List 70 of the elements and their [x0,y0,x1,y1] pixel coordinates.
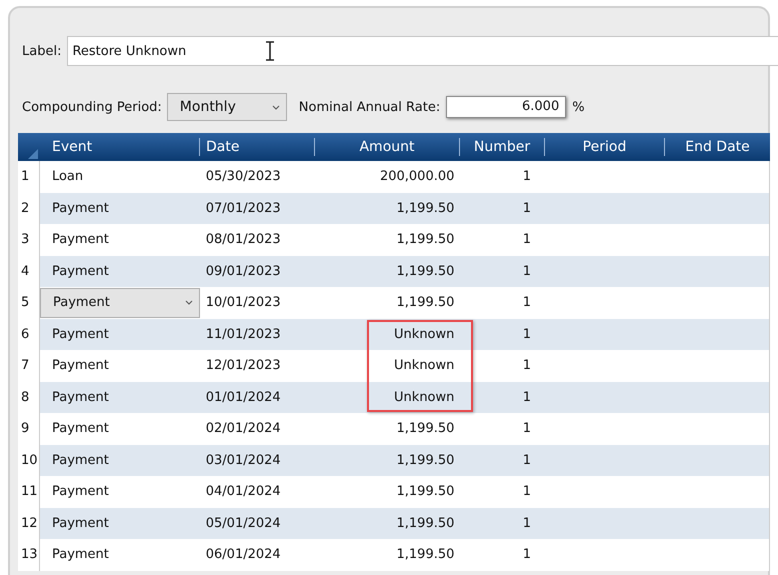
table-cell-text: 1,199.50 [396,421,456,436]
event-dropdown[interactable]: Payment [40,288,200,318]
table-cell-text: 03/01/2024 [204,452,282,468]
table-cell-text: Payment [50,547,110,562]
corner-icon [28,149,38,159]
table-cell-text: 1,199.50 [396,547,456,562]
row-number: 2 [18,192,40,224]
table-cell-text: Payment [50,516,110,531]
table-cell-text: 1 [522,264,532,279]
table-cell-text: 1 [522,295,532,310]
table-cell-text: 1,199.50 [396,232,456,248]
row-number: 6 [18,318,40,350]
table-cell-text: 04/01/2024 [204,484,282,500]
table-cell-text: 11/01/2023 [204,326,282,342]
table-cell-text: Payment [50,484,110,500]
table-cell-text: 1,199.50 [396,200,456,216]
table-cell-text: Payment [50,452,110,468]
table-cell-text: 05/01/2024 [204,516,282,531]
table-cell-text: Loan [50,169,84,184]
table-cell-text: 1 [522,390,532,405]
table-cell-text: 07/01/2023 [204,200,282,216]
table-cell-text: Payment [50,421,110,436]
table-cell-text: 1,199.50 [396,295,456,310]
table-cell-text: 1 [522,232,532,248]
table-cell-text: Payment [50,264,110,279]
row-number: 8 [18,382,40,413]
table-cell-text: 1 [522,326,532,342]
table-cell-text: 1 [522,452,532,468]
table-cell-text: 1 [522,169,532,184]
table-cell-text: 1 [522,358,532,374]
field-label: Nominal Annual Rate: [298,100,440,114]
table-cell-text: 01/01/2024 [204,390,282,405]
table-cell-text: 1 [522,547,532,562]
table-cell-text: 1,199.50 [396,484,456,500]
unit-label: % [572,100,585,114]
table-cell-text: 10/01/2023 [204,295,282,310]
field-label: Compounding Period: [22,100,162,114]
table-cell-text: 1,199.50 [396,264,456,279]
compounding-dropdown[interactable]: Monthly [166,93,287,121]
table-cell-text: 1 [522,516,532,531]
table-cell-text: Payment [50,326,110,342]
table-cell-text: 05/30/2023 [204,169,282,184]
table-cell-text: 1,199.50 [396,516,456,531]
caret-icon [184,300,193,306]
table-cell-text: 200,000.00 [378,169,456,184]
table-cell-text: Payment [50,390,110,405]
table-cell-text: Payment [50,358,110,374]
table-cell-text: 02/01/2024 [204,421,282,436]
table-cell-text: Unknown [393,326,456,342]
table-cell-text: 1 [522,421,532,436]
table-cell-text: 09/01/2023 [204,264,282,279]
row-number: 12 [18,508,40,539]
table-cell-text: Payment [50,232,110,248]
rate-input-field[interactable]: 6.000 [446,96,566,118]
label-input-field[interactable]: Restore Unknown [67,36,778,66]
table-cell-text: 08/01/2023 [204,232,282,248]
table-cell-text: Payment [50,200,110,216]
table-cell-text: 12/01/2023 [204,358,282,374]
table-cell-text: 1,199.50 [396,452,456,468]
table-cell-text: 06/01/2024 [204,547,282,562]
text-cursor-icon [265,41,276,61]
row-number: 4 [18,256,40,287]
table-cell-text: Unknown [393,358,456,374]
field-label: Label: [22,44,62,58]
table-cell-text: 1 [522,200,532,216]
caret-icon [272,104,280,110]
row-number: 10 [18,444,40,476]
table-cell-text: Unknown [393,390,456,405]
column-header[interactable]: End Date [665,133,770,161]
table-cell-text: 1 [522,484,532,500]
